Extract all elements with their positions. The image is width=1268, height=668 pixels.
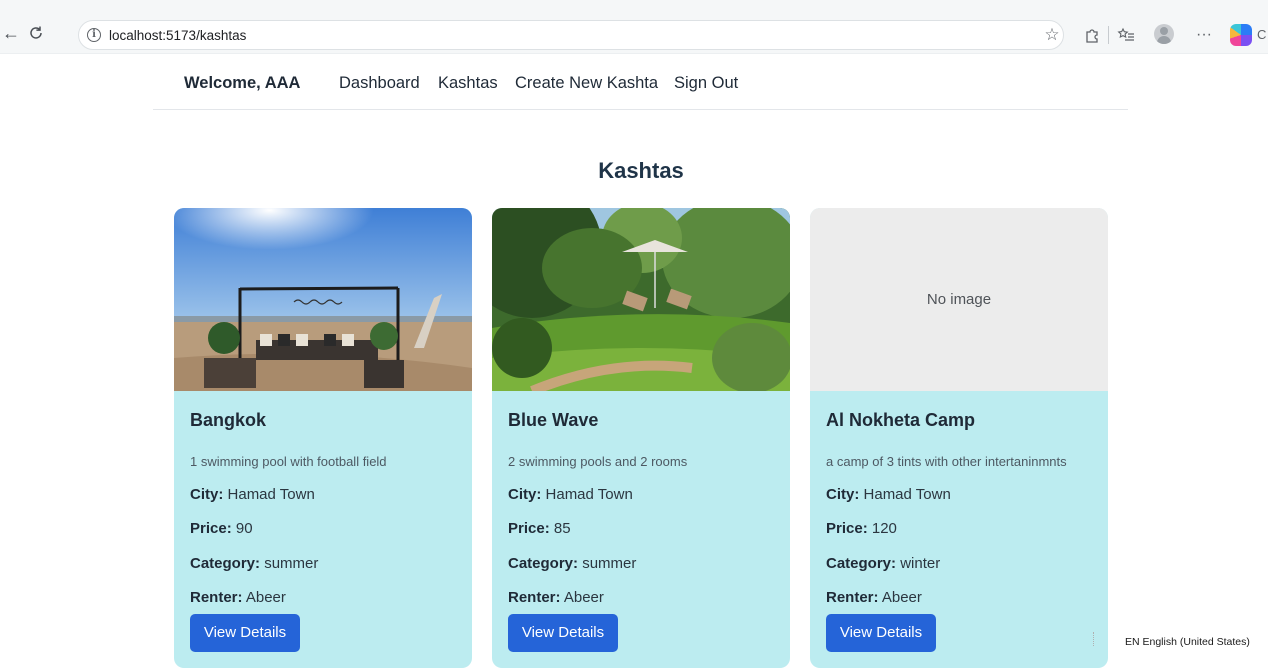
address-bar[interactable]: i localhost:5173/kashtas — [78, 20, 1064, 50]
extensions-icon[interactable] — [1082, 26, 1102, 44]
nav-link-kashtas[interactable]: Kashtas — [438, 74, 498, 93]
kashta-category: Category: summer — [190, 555, 318, 572]
copilot-icon[interactable] — [1230, 24, 1252, 46]
language-indicator[interactable]: EN English (United States) — [1125, 636, 1250, 648]
nav-link-dashboard[interactable]: Dashboard — [339, 74, 420, 93]
category-value: winter — [900, 555, 941, 572]
city-value: Hamad Town — [863, 486, 951, 503]
kashta-city: City: Hamad Town — [508, 486, 633, 503]
category-value: summer — [582, 555, 637, 572]
kashta-photo-blue-wave[interactable] — [492, 208, 790, 391]
favorites-list-icon[interactable] — [1116, 26, 1136, 44]
kashta-renter: Renter: Abeer — [508, 589, 604, 606]
kashta-renter: Renter: Abeer — [826, 589, 922, 606]
renter-label: Renter: — [826, 589, 879, 606]
top-nav: Welcome, AAA Dashboard Kashtas Create Ne… — [153, 54, 1128, 110]
nav-link-sign-out[interactable]: Sign Out — [674, 74, 738, 93]
kashta-category: Category: winter — [826, 555, 940, 572]
renter-value: Abeer — [563, 589, 604, 606]
favorite-star-icon[interactable]: ☆ — [1043, 26, 1061, 44]
copilot-label[interactable]: C — [1257, 27, 1266, 42]
more-options-icon[interactable]: ··· — [1194, 26, 1214, 44]
site-info-icon[interactable]: i — [87, 28, 101, 42]
kashta-card: Blue Wave 2 swimming pools and 2 rooms C… — [492, 208, 790, 668]
price-value: 85 — [553, 520, 571, 537]
welcome-text: Welcome, AAA — [184, 74, 301, 92]
kashta-description: 2 swimming pools and 2 rooms — [508, 454, 688, 469]
kashta-renter: Renter: Abeer — [190, 589, 286, 606]
city-label: City: — [826, 486, 860, 503]
price-value: 90 — [235, 520, 253, 537]
city-label: City: — [508, 486, 542, 503]
kashta-price: Price: 90 — [190, 520, 253, 537]
kashta-description: a camp of 3 tints with other intertaninm… — [826, 454, 1067, 469]
url-text[interactable]: localhost:5173/kashtas — [109, 28, 246, 43]
city-value: Hamad Town — [545, 486, 633, 503]
renter-label: Renter: — [508, 589, 561, 606]
kashta-name: Bangkok — [190, 410, 267, 430]
kashta-city: City: Hamad Town — [190, 486, 315, 503]
back-arrow-icon[interactable]: ← — [2, 24, 20, 42]
view-details-button[interactable]: View Details — [508, 614, 618, 652]
kashta-card: No image Al Nokheta Camp a camp of 3 tin… — [810, 208, 1108, 668]
category-label: Category: — [508, 555, 579, 572]
category-label: Category: — [826, 555, 897, 572]
kashta-category: Category: summer — [508, 555, 636, 572]
no-image-placeholder: No image — [810, 208, 1108, 391]
page-title: Kashtas — [598, 158, 684, 183]
renter-value: Abeer — [881, 589, 922, 606]
kashta-description: 1 swimming pool with football field — [190, 454, 387, 469]
browser-toolbar: ← i localhost:5173/kashtas ☆ ··· C — [0, 0, 1268, 54]
category-value: summer — [264, 555, 319, 572]
price-label: Price: — [826, 520, 868, 537]
kashta-name: Blue Wave — [508, 410, 599, 430]
city-value: Hamad Town — [227, 486, 315, 503]
profile-avatar[interactable] — [1154, 24, 1174, 44]
city-label: City: — [190, 486, 224, 503]
kashta-price: Price: 120 — [826, 520, 897, 537]
price-value: 120 — [871, 520, 897, 537]
kashta-city: City: Hamad Town — [826, 486, 951, 503]
category-label: Category: — [190, 555, 261, 572]
no-image-text: No image — [926, 291, 992, 308]
view-details-button[interactable]: View Details — [826, 614, 936, 652]
view-details-button[interactable]: View Details — [190, 614, 300, 652]
kashta-card: Bangkok 1 swimming pool with football fi… — [174, 208, 472, 668]
reload-icon[interactable] — [26, 24, 46, 44]
taskbar-divider — [1093, 632, 1097, 646]
kashta-photo-bangkok[interactable] — [174, 208, 472, 391]
nav-link-create-kashta[interactable]: Create New Kashta — [515, 74, 658, 93]
kashta-price: Price: 85 — [508, 520, 571, 537]
price-label: Price: — [190, 520, 232, 537]
kashta-name: Al Nokheta Camp — [826, 410, 976, 430]
renter-value: Abeer — [245, 589, 286, 606]
toolbar-divider — [1108, 26, 1109, 44]
price-label: Price: — [508, 520, 550, 537]
renter-label: Renter: — [190, 589, 243, 606]
